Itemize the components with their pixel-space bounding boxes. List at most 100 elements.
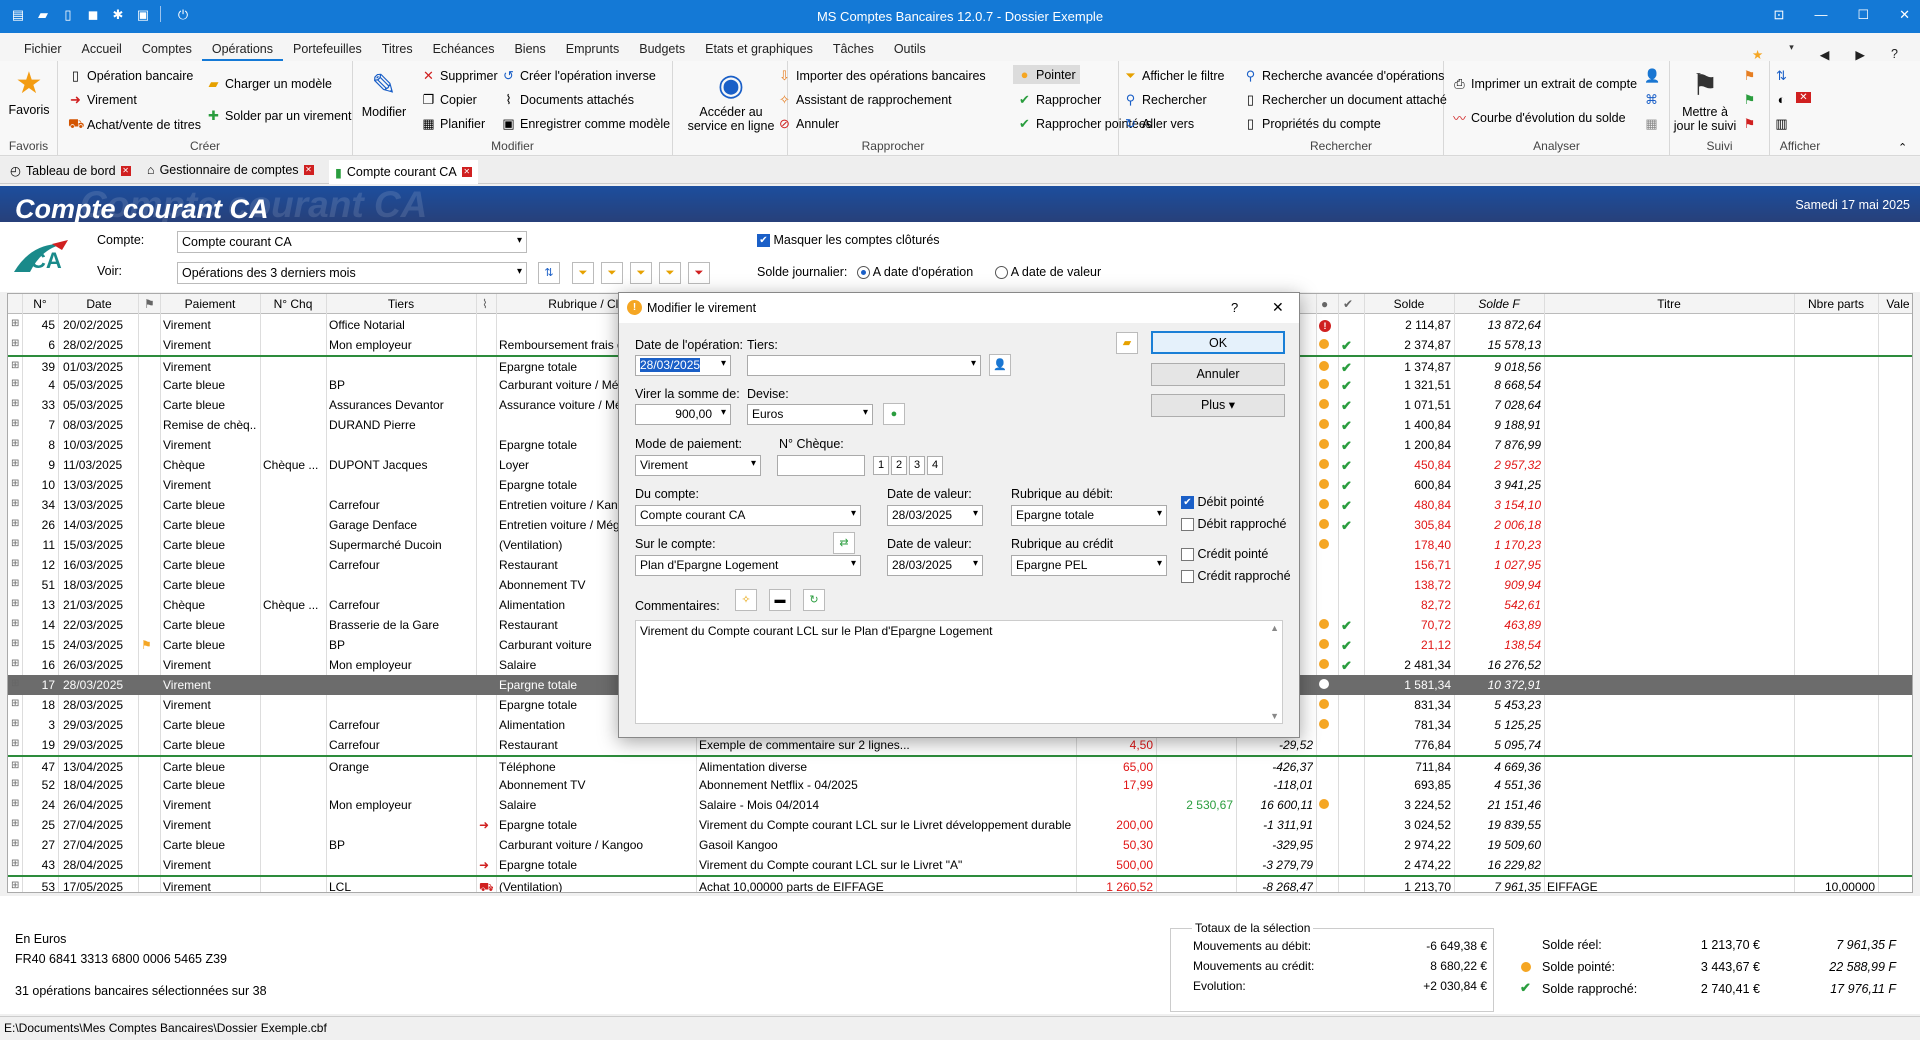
du-compte-select[interactable]: Compte courant CA ▾ (635, 505, 861, 526)
filter-button-2[interactable]: ⏷ (601, 262, 623, 284)
forward-icon[interactable]: ▶ (1845, 38, 1875, 62)
swap-accounts-button[interactable]: ⇄ (833, 532, 855, 554)
rechercher-button[interactable]: ⚲ Rechercher (1123, 92, 1207, 108)
documents-attaches-button[interactable]: ⌇ Documents attachés (501, 92, 634, 108)
flag-red-icon[interactable]: ⚑ (1742, 116, 1757, 132)
proprietes-compte-button[interactable]: ▯ Propriétés du compte (1243, 116, 1381, 132)
virement-button[interactable]: ➜ Virement (68, 92, 137, 108)
operation-inverse-button[interactable]: ↺ Créer l'opération inverse (501, 68, 656, 84)
column-header-chq[interactable]: N° Chq (260, 297, 326, 311)
network-icon[interactable]: ⌘ (1644, 92, 1659, 108)
menu-accueil[interactable]: Accueil (72, 33, 132, 61)
table-row[interactable]: ⊞ 52 18/04/2025 Carte bleue Abonnement TV Abo… (8, 775, 1912, 795)
menu-biens[interactable]: Biens (504, 33, 555, 61)
menu-comptes[interactable]: Comptes (132, 33, 202, 61)
menu-fichier[interactable]: Fichier (14, 33, 72, 61)
maximize-icon[interactable]: ☐ (1857, 7, 1869, 23)
column-header-date[interactable]: Date (60, 297, 138, 311)
columns-icon[interactable]: ▥ (1774, 116, 1789, 132)
tiers-select[interactable]: ▾ (747, 355, 981, 376)
menu-op-rations[interactable]: Opérations (201, 33, 283, 61)
currency-button[interactable]: ● (883, 403, 905, 425)
assistant-rapprochement-button[interactable]: ✧ Assistant de rapprochement (777, 92, 952, 108)
somme-input[interactable]: 900,00 ▾ (635, 404, 731, 425)
radio-date-operation[interactable]: A date d'opération (857, 265, 973, 280)
menu-budgets[interactable]: Budgets (629, 33, 695, 61)
dropdown-icon[interactable]: ▾ (1779, 38, 1804, 62)
date-valeur-credit-input[interactable]: 28/03/2025 ▾ (887, 555, 983, 576)
mettre-a-jour-suivi-button[interactable]: ⚑ Mettre à jour le suivi (1672, 67, 1738, 133)
mode-paiement-select[interactable]: Virement ▾ (635, 455, 761, 476)
enregistrer-modele-button[interactable]: ▣ Enregistrer comme modèle (501, 116, 670, 132)
favoris-button[interactable]: ★ Favoris (6, 65, 52, 117)
cheque-3-button[interactable]: 3 (909, 456, 925, 475)
flag-orange-icon[interactable]: ⚑ (1742, 68, 1757, 84)
tab-gestionnaire-comptes[interactable]: ⌂ Gestionnaire de comptes ✕ (147, 163, 314, 177)
pointer-button[interactable]: ● Pointer (1013, 65, 1080, 84)
restore-icon[interactable]: ⊡ (1774, 7, 1785, 23)
table-row[interactable]: ⊞ 43 28/04/2025 Virement ➜ Epargne totale Vire… (8, 855, 1912, 875)
palette-icon[interactable]: ◐ (1774, 92, 1789, 107)
column-header-titre[interactable]: Titre (1544, 297, 1794, 311)
radio-date-valeur[interactable]: A date de valeur (995, 265, 1101, 280)
afficher-filtre-button[interactable]: ⏷ Afficher le filtre (1123, 68, 1224, 84)
comment-delete-button[interactable]: ▬ (769, 589, 791, 611)
column-header-parts[interactable]: Nbre parts (1794, 297, 1878, 311)
cheque-4-button[interactable]: 4 (927, 456, 943, 475)
close-tab-icon[interactable]: ✕ (461, 167, 472, 177)
voir-select[interactable]: Opérations des 3 derniers mois ▾ (177, 262, 527, 284)
rubrique-debit-select[interactable]: Epargne totale ▾ (1011, 505, 1167, 526)
cheque-1-button[interactable]: 1 (873, 456, 889, 475)
close-tab-icon[interactable]: ✕ (120, 165, 131, 176)
credit-pointe-checkbox[interactable]: Crédit pointé (1181, 547, 1268, 562)
table-row[interactable]: ⊞ 19 29/03/2025 Carte bleue Carrefour Restaur… (8, 735, 1912, 755)
commentaire-textarea[interactable]: Virement du Compte courant LCL sur le Pl… (635, 620, 1283, 724)
menu-etats-et-graphiques[interactable]: Etats et graphiques (695, 33, 823, 61)
clear-filter-button[interactable]: ⏷ (688, 262, 710, 284)
debit-pointe-checkbox[interactable]: ✔ Débit pointé (1181, 495, 1264, 510)
column-header-n[interactable]: N° (22, 297, 58, 311)
cheque-2-button[interactable]: 2 (891, 456, 907, 475)
filter-button-3[interactable]: ⏷ (630, 262, 652, 284)
menu-outils[interactable]: Outils (884, 33, 936, 61)
menu-portefeuilles[interactable]: Portefeuilles (283, 33, 372, 61)
grid-icon[interactable]: ▦ (1644, 116, 1659, 132)
annuler-dialog-button[interactable]: Annuler (1151, 363, 1285, 386)
date-valeur-debit-input[interactable]: 28/03/2025 ▾ (887, 505, 983, 526)
menu-titres[interactable]: Titres (372, 33, 423, 61)
column-header-soldef[interactable]: Solde F (1454, 297, 1544, 311)
menu-ech-ances[interactable]: Echéances (423, 33, 505, 61)
close-window-icon[interactable]: ✕ (1899, 7, 1910, 23)
aller-vers-button[interactable]: ↻ Aller vers (1123, 116, 1194, 132)
collapse-ribbon-icon[interactable]: ⌃ (1898, 141, 1907, 154)
filter-button-4[interactable]: ⏷ (659, 262, 681, 284)
modifier-button[interactable]: ✎ Modifier (359, 67, 409, 119)
rapprocher-button[interactable]: ✔ Rapprocher (1017, 92, 1101, 108)
minimize-icon[interactable]: — (1814, 7, 1827, 23)
achat-vente-titres-button[interactable]: ⛟ Achat/vente de titres (68, 116, 201, 134)
column-header-solde[interactable]: Solde (1364, 297, 1454, 311)
star-icon[interactable]: ★ (1742, 38, 1773, 62)
table-row[interactable]: ⊞ 27 27/04/2025 Carte bleue BP Carburant voit… (8, 835, 1912, 855)
courbe-evolution-button[interactable]: 〰 Courbe d'évolution du solde (1452, 108, 1626, 127)
masquer-checkbox[interactable]: ✔ Masquer les comptes clôturés (757, 233, 940, 248)
column-header-vale[interactable]: Vale (1878, 297, 1912, 311)
planifier-button[interactable]: ▦ Planifier (421, 116, 485, 132)
date-operation-input[interactable]: 28/03/2025 ▾ (635, 355, 731, 376)
recherche-avancee-button[interactable]: ⚲ Recherche avancée d'opérations (1243, 68, 1445, 84)
column-header-pay[interactable]: Paiement (160, 297, 260, 311)
plus-button[interactable]: Plus ▾ (1151, 394, 1285, 417)
menu-emprunts[interactable]: Emprunts (556, 33, 630, 61)
debit-rapproche-checkbox[interactable]: Débit rapproché (1181, 517, 1286, 532)
devise-select[interactable]: Euros ▾ (747, 404, 873, 425)
comment-wand-button[interactable]: ✧ (735, 589, 757, 611)
importer-operations-button[interactable]: ⇩ Importer des opérations bancaires (777, 68, 986, 84)
help-icon[interactable]: ? (1881, 38, 1908, 62)
sort-icon[interactable]: ⇅ (1774, 68, 1789, 84)
help-button[interactable]: ? (1231, 300, 1238, 315)
flag-green-icon[interactable]: ⚑ (1742, 92, 1757, 108)
table-row[interactable]: ⊞ 25 27/04/2025 Virement ➜ Epargne totale Vire… (8, 815, 1912, 835)
table-row[interactable]: ⊞ 47 13/04/2025 Carte bleue Orange Téléphone A… (8, 755, 1912, 775)
compte-select[interactable]: Compte courant CA ▾ (177, 231, 527, 253)
column-header-tiers[interactable]: Tiers (326, 297, 476, 311)
